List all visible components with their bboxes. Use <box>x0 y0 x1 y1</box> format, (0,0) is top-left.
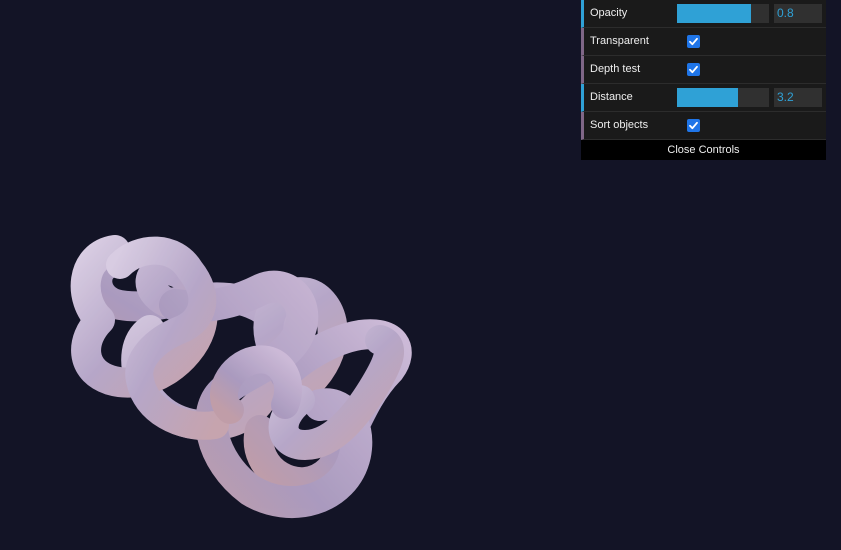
distance-input[interactable] <box>774 88 822 107</box>
checkmark-icon <box>689 65 698 74</box>
sort-objects-checkbox[interactable] <box>687 119 700 132</box>
depth-test-row: Depth test <box>581 56 826 84</box>
opacity-row: Opacity <box>581 0 826 28</box>
opacity-input[interactable] <box>774 4 822 23</box>
controls-panel: Opacity Transparent Depth test Distance … <box>581 0 826 160</box>
transparent-checkbox[interactable] <box>687 35 700 48</box>
distance-row: Distance <box>581 84 826 112</box>
transparent-label: Transparent <box>590 35 649 47</box>
depth-test-label: Depth test <box>590 63 641 75</box>
opacity-slider-fill <box>677 4 751 23</box>
transparent-row: Transparent <box>581 28 826 56</box>
sort-objects-row: Sort objects <box>581 112 826 140</box>
distance-slider[interactable] <box>677 88 769 107</box>
close-controls-button[interactable]: Close Controls <box>581 140 826 160</box>
depth-test-checkbox[interactable] <box>687 63 700 76</box>
checkmark-icon <box>689 121 698 130</box>
opacity-slider[interactable] <box>677 4 769 23</box>
opacity-label: Opacity <box>590 7 628 19</box>
checkmark-icon <box>689 37 698 46</box>
distance-slider-fill <box>677 88 738 107</box>
sort-objects-label: Sort objects <box>590 119 649 131</box>
distance-label: Distance <box>590 91 633 103</box>
